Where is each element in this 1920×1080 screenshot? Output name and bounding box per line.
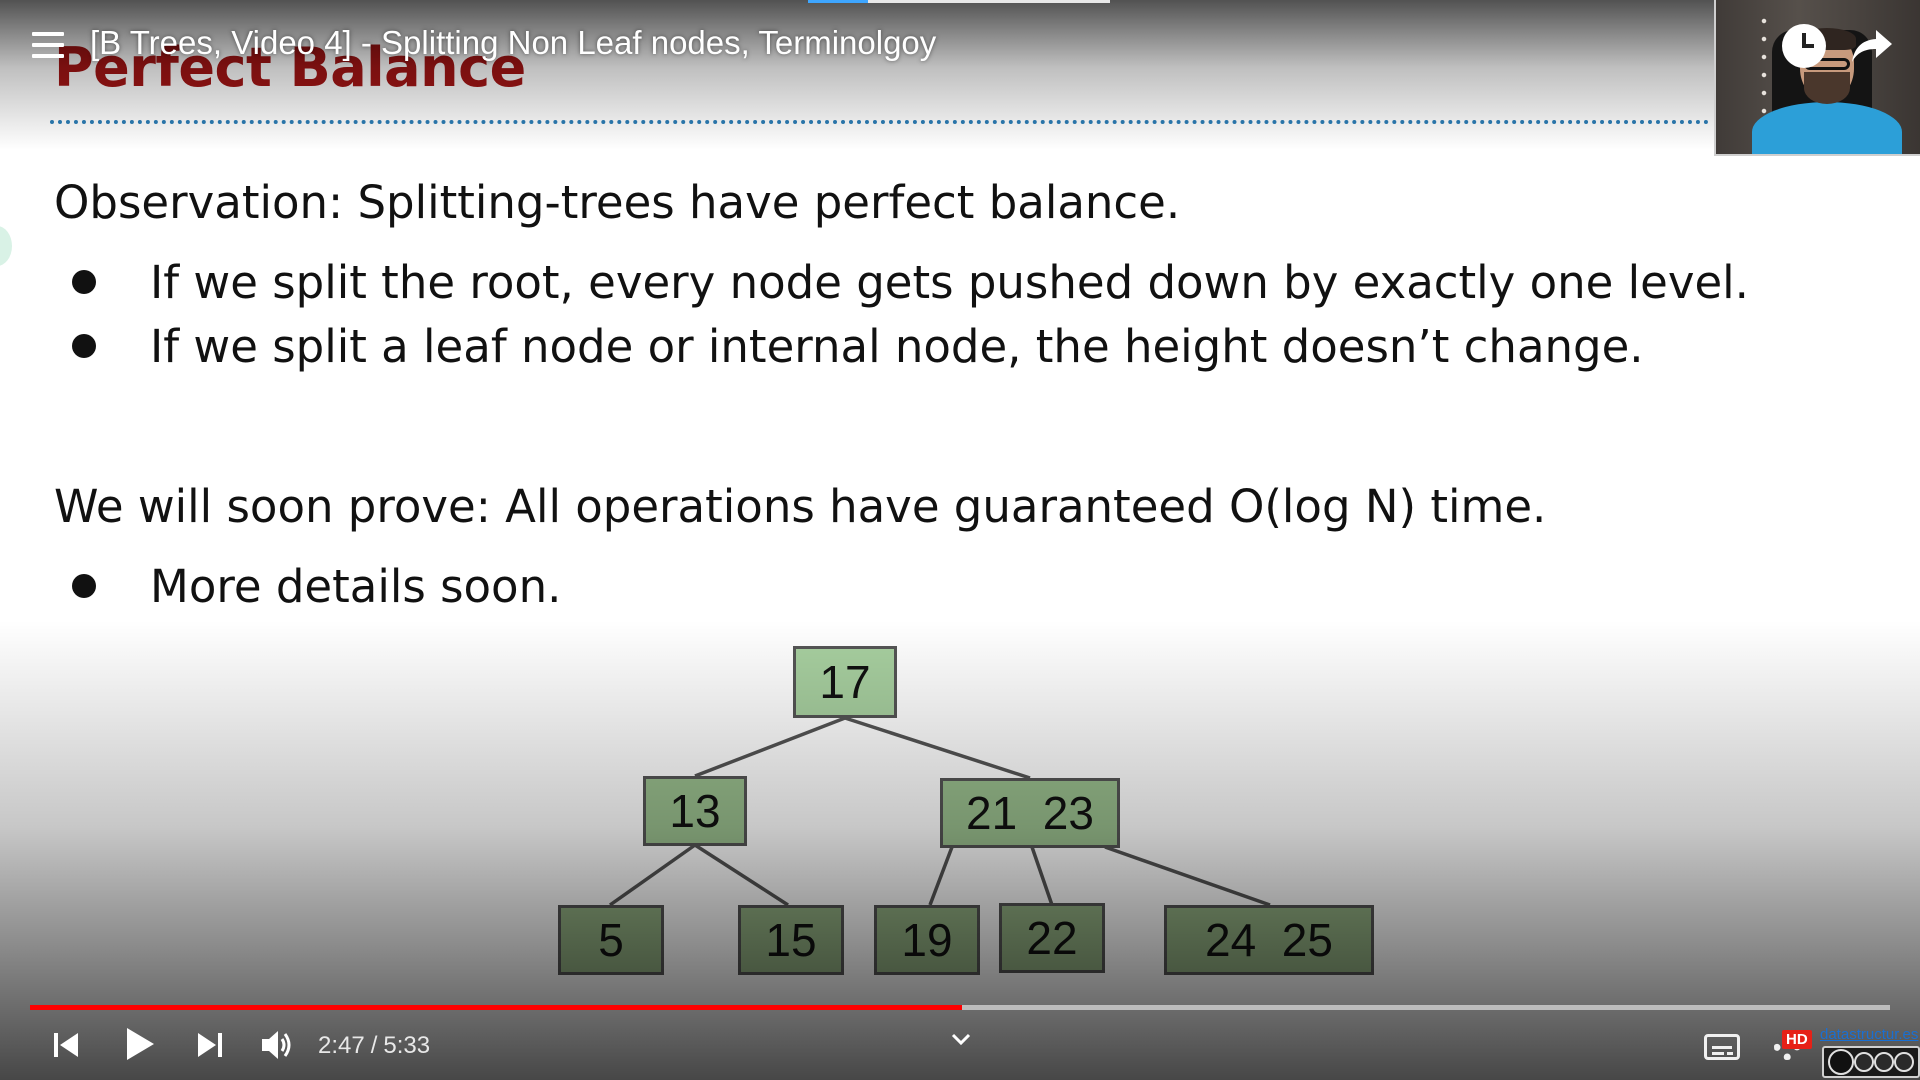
tree-node-internal: 13: [643, 776, 747, 846]
play-icon: [127, 1028, 154, 1060]
node-keys: 5: [598, 914, 624, 966]
webcam-beard: [1804, 72, 1850, 104]
node-keys: 17: [819, 656, 871, 708]
cc-by-nc-sa-icon: [1822, 1046, 1920, 1078]
top-indicator-segment: [808, 0, 868, 3]
previous-button[interactable]: [52, 1030, 80, 1060]
progress-played: [30, 1005, 962, 1010]
bullet-icon: [72, 574, 96, 598]
bullet-icon: [72, 334, 96, 358]
volume-button[interactable]: [260, 1028, 296, 1062]
bullet-icon: [72, 270, 96, 294]
tree-node-internal: 21 23: [940, 778, 1120, 848]
node-keys: 15: [765, 914, 817, 966]
edge-17-13: [694, 716, 846, 778]
slide: Perfect Balance Observation: Splitting-t…: [0, 0, 1920, 1080]
volume-icon: [262, 1031, 291, 1059]
video-title[interactable]: [B Trees, Video 4] - Splitting Non Leaf …: [90, 24, 936, 62]
bullet-item: If we split the root, every node gets pu…: [150, 256, 1749, 309]
tree-node-leaf: 15: [738, 905, 844, 975]
play-button[interactable]: [124, 1026, 156, 1062]
observation-text: Observation: Splitting-trees have perfec…: [54, 176, 1181, 229]
tree-node-root: 17: [793, 646, 897, 718]
title-dotted-rule: [50, 120, 1710, 124]
tree-node-leaf: 5: [558, 905, 664, 975]
subtitles-icon[interactable]: [1704, 1034, 1740, 1060]
top-indicator: [808, 0, 1110, 3]
edge-2123-22: [1030, 846, 1054, 906]
next-button[interactable]: [196, 1030, 224, 1060]
tree-node-leaf: 22: [999, 903, 1105, 973]
bullet-item: More details soon.: [150, 560, 562, 613]
menu-icon[interactable]: [32, 32, 64, 58]
video-player[interactable]: Perfect Balance Observation: Splitting-t…: [0, 0, 1920, 1080]
site-link[interactable]: datastructur.es: [1820, 1026, 1918, 1043]
time-display: 2:47/5:33: [318, 1032, 430, 1060]
node-keys: 21 23: [966, 787, 1094, 839]
watch-later-icon[interactable]: [1782, 24, 1826, 68]
edge-13-15: [694, 843, 789, 907]
next-icon: [198, 1033, 222, 1057]
edge-decoration: [0, 226, 12, 266]
previous-icon: [54, 1033, 78, 1057]
tree-node-leaf: 24 25: [1164, 905, 1374, 975]
tree-node-leaf: 19: [874, 905, 980, 975]
node-keys: 19: [901, 914, 953, 966]
bullet-item: If we split a leaf node or internal node…: [150, 320, 1644, 373]
btree-diagram: 17 13 21 23 5 15 19 22 24 25: [540, 630, 1400, 980]
duration: 5:33: [383, 1032, 431, 1059]
node-keys: 24 25: [1205, 914, 1333, 966]
edge-17-2123: [844, 716, 1031, 780]
edge-2123-19: [928, 846, 954, 906]
progress-bar[interactable]: [30, 1005, 1890, 1010]
webcam-shirt: [1752, 102, 1902, 154]
node-keys: 22: [1026, 912, 1078, 964]
chevron-down-icon[interactable]: [950, 1032, 972, 1046]
time-separator: /: [370, 1032, 378, 1059]
prove-text: We will soon prove: All operations have …: [54, 480, 1547, 533]
share-icon[interactable]: [1850, 24, 1894, 68]
current-time: 2:47: [318, 1032, 365, 1059]
edge-2123-2425: [1104, 845, 1271, 907]
edge-13-5: [608, 843, 697, 907]
hd-badge: HD: [1782, 1030, 1812, 1049]
node-keys: 13: [669, 785, 721, 837]
